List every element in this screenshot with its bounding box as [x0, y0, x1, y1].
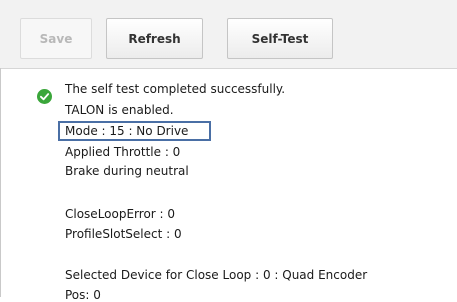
refresh-button[interactable]: Refresh	[106, 18, 203, 59]
status-line-selected-device: Selected Device for Close Loop : 0 : Qua…	[65, 268, 368, 282]
status-line-applied-throttle: Applied Throttle : 0	[65, 145, 181, 159]
status-line-mode: Mode : 15 : No Drive	[65, 124, 189, 138]
status-line-talon-enabled: TALON is enabled.	[65, 103, 174, 117]
status-line-brake-neutral: Brake during neutral	[65, 164, 189, 178]
toolbar: Save Refresh Self-Test	[0, 0, 457, 69]
status-line-pos: Pos: 0	[65, 288, 101, 302]
save-button[interactable]: Save	[20, 18, 92, 59]
status-line-profile-slot: ProfileSlotSelect : 0	[65, 227, 182, 241]
status-line-self-test: The self test completed successfully.	[65, 82, 286, 96]
success-check-icon	[37, 89, 52, 104]
panel-border	[0, 68, 1, 297]
self-test-button[interactable]: Self-Test	[227, 18, 333, 59]
status-line-close-loop-error: CloseLoopError : 0	[65, 207, 176, 221]
